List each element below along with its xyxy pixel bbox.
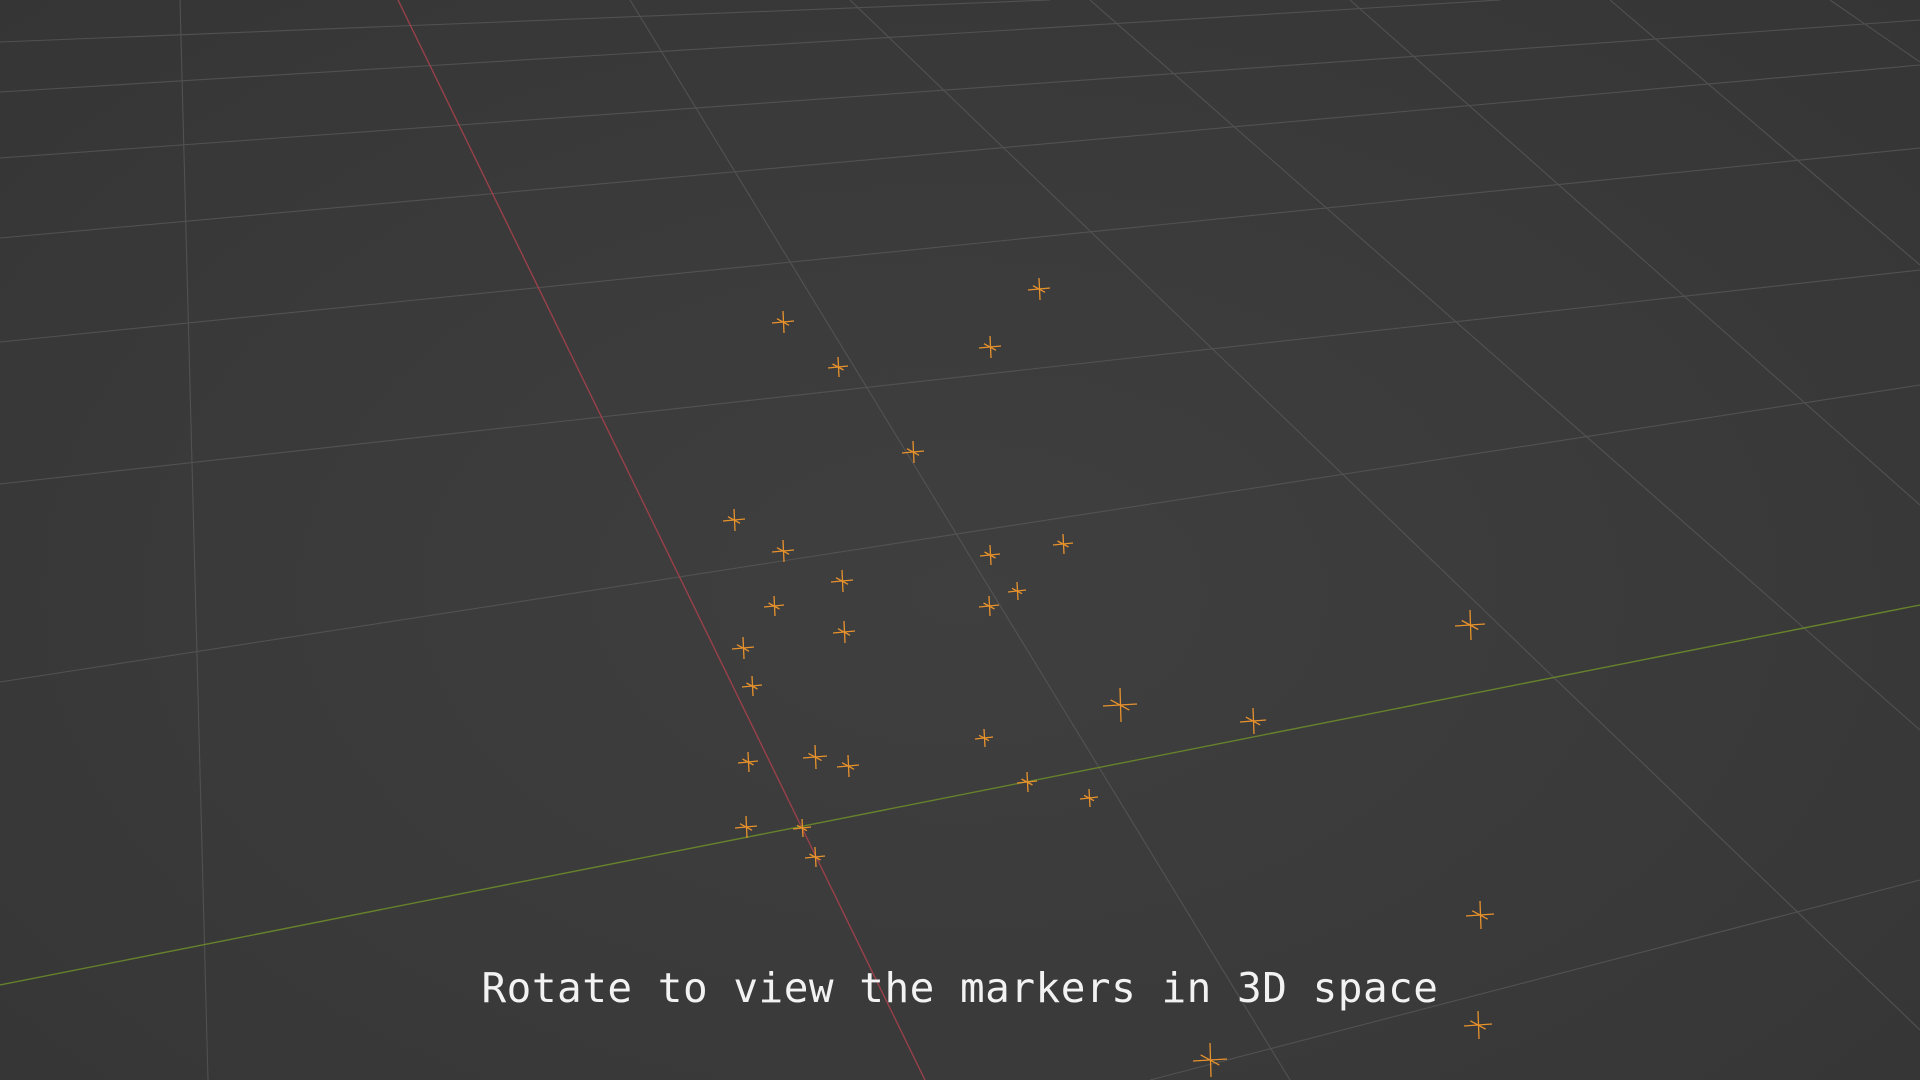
empty-marker-icon[interactable] (974, 728, 994, 748)
empty-marker-icon[interactable] (1239, 707, 1267, 735)
grid-line (629, 0, 1291, 1080)
grid-floor (0, 0, 1920, 1080)
empty-marker-icon[interactable] (734, 815, 758, 839)
grid-line (0, 19, 1920, 159)
empty-marker-icon[interactable] (978, 335, 1002, 359)
viewport-caption: Rotate to view the markers in 3D space (481, 964, 1439, 1012)
empty-marker-icon[interactable] (1079, 788, 1099, 808)
marker-group[interactable] (722, 277, 1495, 1078)
empty-marker-icon[interactable] (1463, 1010, 1493, 1040)
grid-line (0, 0, 1051, 43)
empty-marker-icon[interactable] (836, 754, 860, 778)
empty-marker-icon[interactable] (722, 508, 746, 532)
grid-line (849, 0, 1920, 1031)
empty-marker-icon[interactable] (1016, 771, 1038, 793)
empty-marker-icon[interactable] (1052, 533, 1074, 555)
empty-marker-icon[interactable] (802, 744, 828, 770)
y-axis-line (0, 604, 1920, 986)
3d-viewport[interactable]: Rotate to view the markers in 3D space (0, 0, 1920, 1080)
empty-marker-icon[interactable] (763, 595, 785, 617)
grid-line (0, 384, 1920, 683)
grid-lines (0, 0, 1920, 1080)
empty-marker-icon[interactable] (741, 675, 763, 697)
empty-marker-icon[interactable] (737, 751, 759, 773)
empty-marker-icon[interactable] (1192, 1042, 1228, 1078)
grid-line (1609, 0, 1920, 266)
grid-line (179, 0, 209, 1080)
grid-line (0, 147, 1920, 343)
grid-line (0, 269, 1920, 485)
empty-marker-icon[interactable] (1454, 609, 1486, 641)
empty-marker-icon[interactable] (830, 569, 854, 593)
empty-marker-icon[interactable] (827, 356, 849, 378)
empty-marker-icon[interactable] (771, 310, 795, 334)
empty-marker-icon[interactable] (1007, 581, 1027, 601)
empty-marker-icon[interactable] (731, 636, 755, 660)
grid-line (0, 0, 1501, 93)
grid-line (1829, 0, 1920, 63)
empty-marker-icon[interactable] (832, 620, 856, 644)
empty-marker-icon[interactable] (979, 544, 1001, 566)
empty-marker-icon[interactable] (804, 846, 826, 868)
empty-marker-icon[interactable] (901, 440, 925, 464)
empty-marker-icon[interactable] (1102, 687, 1138, 723)
empty-marker-icon[interactable] (1027, 277, 1051, 301)
empty-marker-icon[interactable] (771, 539, 795, 563)
grid-line (0, 64, 1920, 239)
empty-marker-icon[interactable] (1465, 900, 1495, 930)
grid-line (1089, 0, 1920, 731)
